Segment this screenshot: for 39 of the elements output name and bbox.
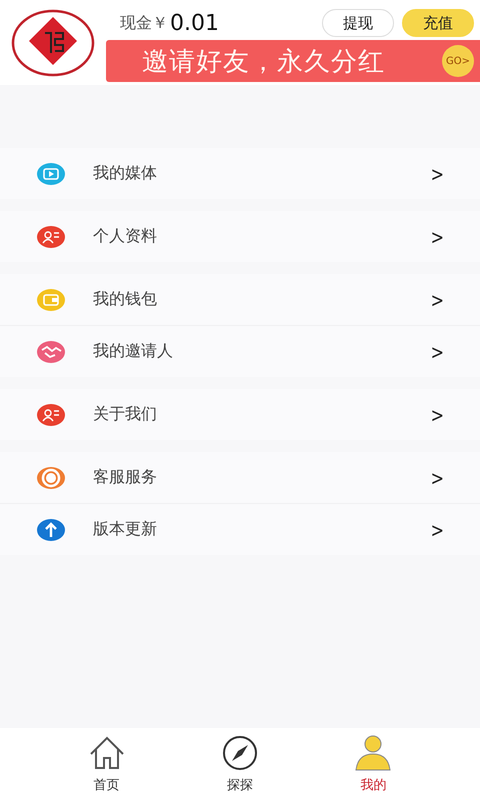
person-icon — [354, 734, 392, 772]
go-button[interactable]: GO> — [442, 45, 474, 77]
chevron-icon: > — [430, 402, 444, 426]
menu-label: 客服服务 — [93, 467, 158, 488]
menu-item[interactable]: 版本更新 > — [0, 503, 480, 555]
menu-item[interactable]: 我的邀请人 > — [0, 325, 480, 377]
menu-item[interactable]: 客服服务 > — [0, 452, 480, 503]
chevron-icon: > — [430, 466, 444, 490]
menu-label: 版本更新 — [93, 519, 158, 540]
tab[interactable]: 首页 — [66, 728, 147, 800]
menu-label: 个人资料 — [93, 226, 158, 247]
chevron-icon: > — [430, 340, 444, 364]
invite-banner[interactable]: 邀请好友，永久分红 GO> — [106, 40, 480, 82]
menu-item[interactable]: 我的媒体 > — [0, 148, 480, 199]
chevron-icon: > — [430, 288, 444, 312]
home-icon — [88, 734, 126, 772]
banner-text: 邀请好友，永久分红 — [142, 46, 386, 78]
menu-label: 关于我们 — [93, 404, 158, 425]
compass-icon — [220, 734, 259, 772]
balance-label: 现金￥ — [120, 12, 168, 34]
media-icon — [37, 162, 65, 184]
profile-card-icon — [37, 226, 65, 248]
profile-card-icon — [37, 404, 65, 426]
tab[interactable]: 我的 — [333, 728, 414, 800]
menu-label: 我的邀请人 — [93, 341, 174, 362]
wallet-icon — [37, 288, 65, 310]
menu-label: 我的钱包 — [93, 289, 158, 310]
recharge-button[interactable]: 充值 — [402, 9, 474, 37]
logo-icon — [11, 8, 95, 76]
menu-label: 我的媒体 — [93, 163, 158, 184]
chevron-icon: > — [430, 224, 444, 248]
balance-amount: 0.01 — [170, 10, 219, 36]
tab[interactable]: 探探 — [200, 728, 280, 800]
chevron-icon: > — [430, 518, 444, 542]
menu-item[interactable]: 个人资料 > — [0, 211, 480, 262]
withdraw-button[interactable]: 提现 — [322, 9, 394, 37]
chevron-icon: > — [430, 162, 444, 186]
menu-item[interactable]: 关于我们 > — [0, 389, 480, 440]
menu-item[interactable]: 我的钱包 > — [0, 274, 480, 325]
